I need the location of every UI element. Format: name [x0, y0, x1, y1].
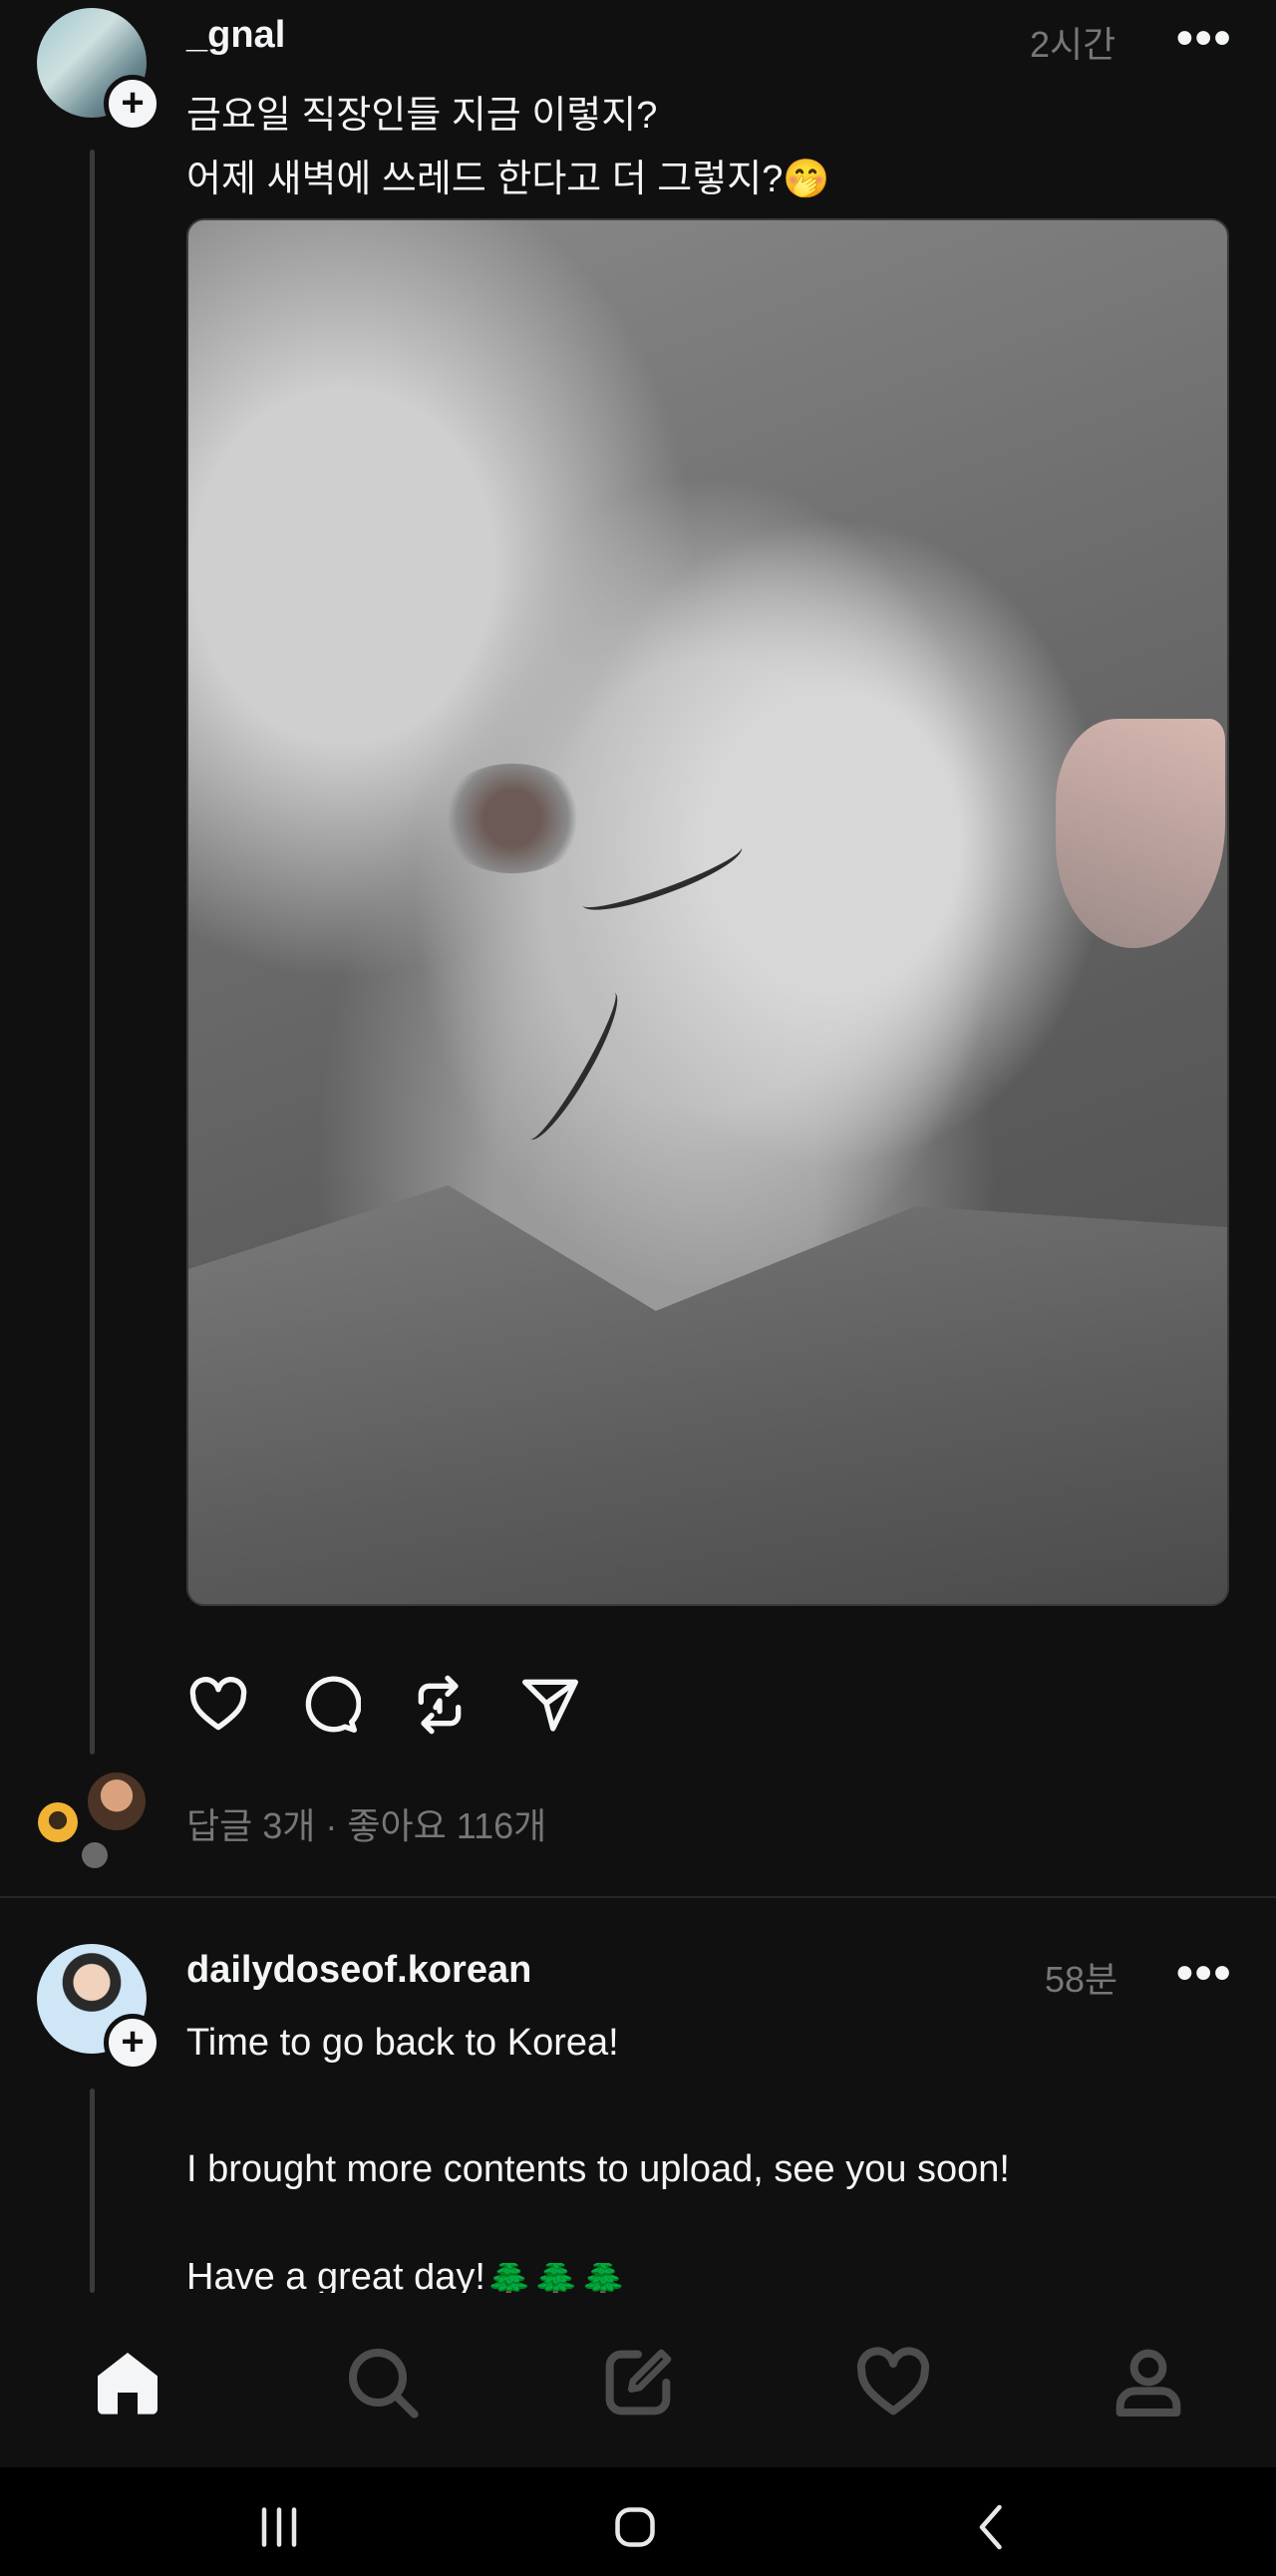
home-icon: [98, 2353, 158, 2415]
post-divider: [0, 1896, 1276, 1898]
compose-icon: [605, 2349, 672, 2415]
cat-eye: [575, 830, 749, 922]
tab-search[interactable]: [343, 2343, 423, 2422]
follow-button[interactable]: +: [104, 75, 161, 133]
back-button[interactable]: [962, 2497, 1022, 2562]
timestamp: 58분: [1045, 1959, 1118, 2000]
thread-line: [90, 150, 95, 1755]
post-text-line: I brought more contents to upload, see y…: [186, 2148, 1010, 2190]
more-options-button[interactable]: •••: [1176, 1950, 1232, 1998]
heart-icon: [189, 1677, 247, 1731]
share-button[interactable]: [518, 1673, 582, 1737]
recent-apps-button[interactable]: [249, 2497, 309, 2562]
reply-avatar: [38, 1802, 78, 1842]
back-icon: [979, 2504, 1002, 2550]
cat-nose: [438, 764, 587, 873]
like-button[interactable]: [186, 1673, 250, 1737]
username[interactable]: _gnal: [186, 14, 285, 57]
post-text-line: Time to go back to Korea!: [186, 2022, 619, 2064]
repost-icon: [418, 1675, 462, 1735]
reply-button[interactable]: [297, 1673, 362, 1737]
post-stats[interactable]: 답글 3개 · 좋아요 116개: [186, 1797, 546, 1849]
share-icon: [522, 1679, 578, 1732]
cat-eye: [513, 983, 631, 1148]
recent-apps-icon: [261, 2507, 297, 2547]
activity-heart-icon: [856, 2347, 930, 2415]
repost-button[interactable]: [408, 1673, 472, 1737]
post-text-line: 어제 새벽에 쓰레드 한다고 더 그렇지?🤭: [186, 159, 830, 200]
reply-avatar: [82, 1842, 108, 1868]
home-button-icon: [615, 2507, 655, 2547]
more-options-button[interactable]: •••: [1176, 15, 1232, 63]
home-button[interactable]: [605, 2497, 665, 2562]
tab-activity[interactable]: [853, 2343, 933, 2422]
post-text-line-clipped: Have a great day!🌲🌲🌲: [186, 2263, 984, 2293]
bottom-tab-bar: [0, 2303, 1276, 2462]
tab-home[interactable]: [88, 2343, 167, 2422]
thread-line: [90, 2089, 95, 2293]
username[interactable]: dailydoseof.korean: [186, 1949, 531, 1992]
post-text-line: 금요일 직장인들 지금 이렇지?: [186, 95, 658, 137]
timestamp: 2시간: [1030, 24, 1116, 65]
blanket: [188, 1185, 1227, 1604]
comment-icon: [305, 1676, 362, 1733]
tab-profile[interactable]: [1109, 2343, 1188, 2422]
follow-button[interactable]: +: [104, 2014, 161, 2072]
search-icon: [349, 2349, 419, 2418]
tab-compose[interactable]: [598, 2343, 678, 2422]
profile-icon: [1116, 2349, 1181, 2416]
cat-ear: [1056, 719, 1225, 948]
reply-avatar: [88, 1772, 146, 1830]
post-text-line: Have a great day!🌲🌲🌲: [186, 2263, 627, 2293]
post-image[interactable]: [186, 218, 1229, 1606]
system-navigation-bar: [0, 2467, 1276, 2576]
